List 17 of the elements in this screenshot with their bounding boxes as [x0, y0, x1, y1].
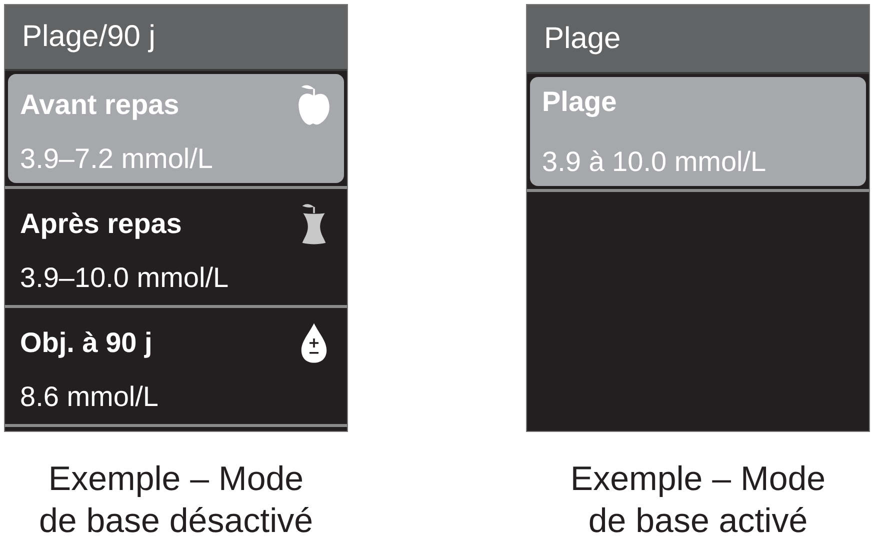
item-value: 8.6 mmol/L: [20, 381, 160, 413]
item-label: Plage: [542, 86, 617, 118]
screen-title: Plage: [544, 22, 621, 56]
item-value: 3.9–7.2 mmol/L: [20, 143, 214, 175]
caption-line: de base activé: [588, 501, 808, 542]
caption-line: de base désactivé: [38, 501, 314, 542]
range-item[interactable]: Obj. à 90 j 8.6 mmol/L: [8, 312, 344, 421]
range-item[interactable]: Après repas 3.9–10.0 mmol/L: [8, 193, 344, 302]
caption-line: Exemple – Mode: [570, 459, 826, 500]
item-value: 3.9 à 10.0 mmol/L: [542, 146, 768, 178]
item-label: Avant repas: [20, 89, 180, 121]
caption-line: Exemple – Mode: [48, 459, 304, 500]
item-value: 3.9–10.0 mmol/L: [20, 262, 230, 294]
apple-icon: [296, 83, 332, 127]
screen-title: Plage/90 j: [22, 20, 156, 54]
item-label: Obj. à 90 j: [20, 327, 152, 359]
item-label: Après repas: [20, 208, 182, 240]
